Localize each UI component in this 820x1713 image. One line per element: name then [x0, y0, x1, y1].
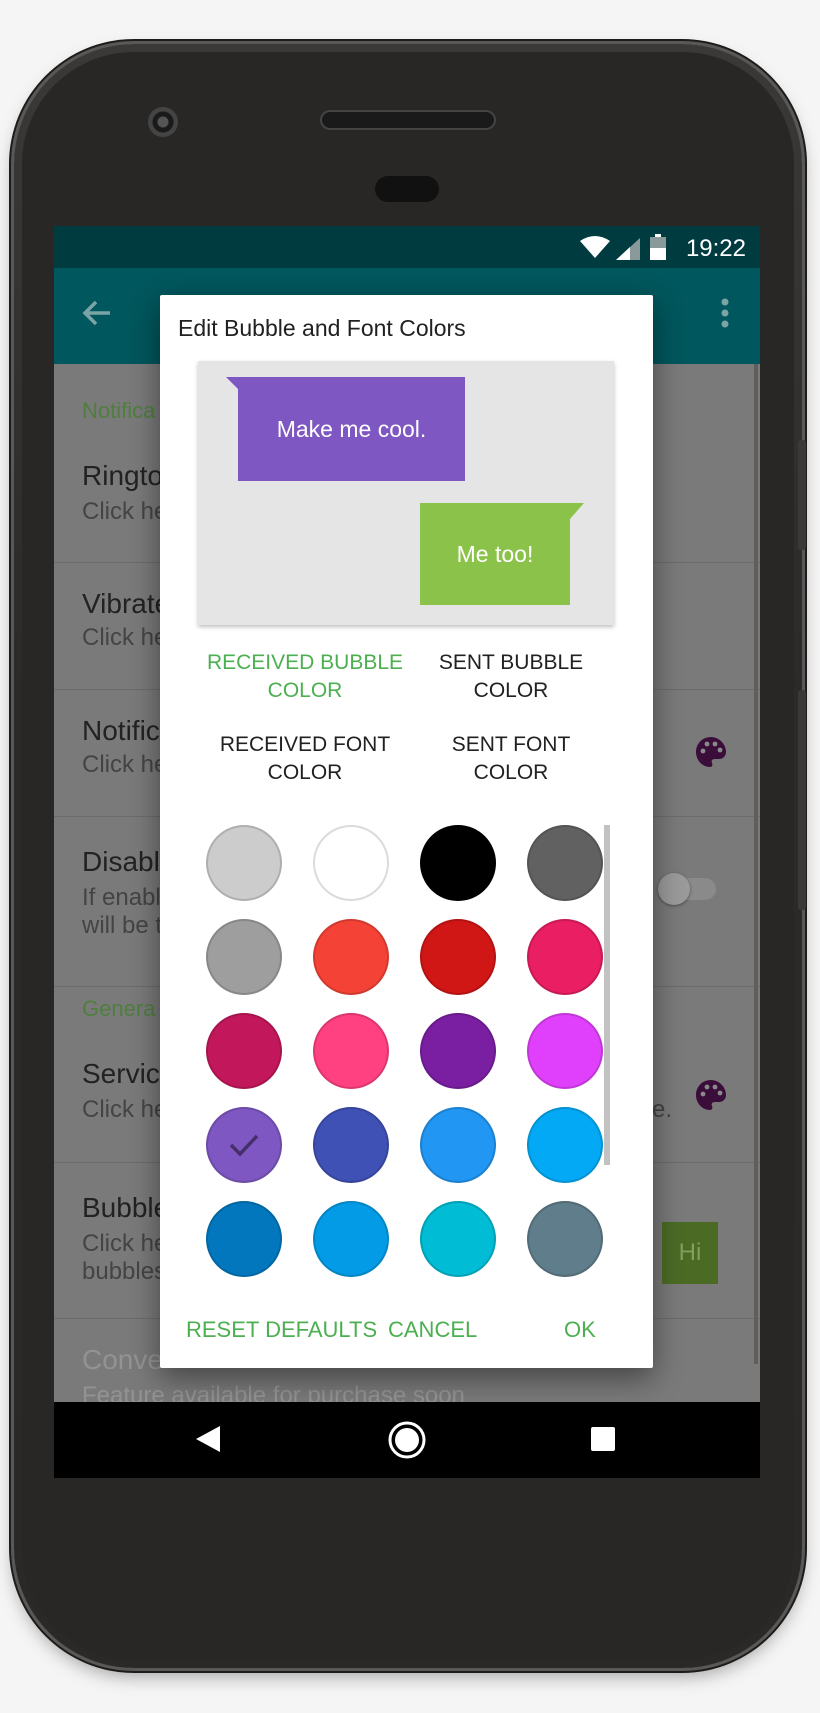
sent-bubble: Me too!: [420, 503, 570, 605]
navigation-bar: [54, 1402, 760, 1478]
option-line1: RECEIVED BUBBLE: [206, 651, 404, 674]
color-swatch[interactable]: [313, 825, 389, 901]
option-received-bubble-color[interactable]: RECEIVED BUBBLE COLOR: [202, 649, 408, 705]
setting-subtitle-line2: bubbles: [82, 1258, 167, 1285]
settings-scrollbar[interactable]: [754, 364, 758, 1364]
reset-defaults-button[interactable]: RESET DEFAULTS: [186, 1317, 377, 1343]
setting-subtitle-fragment: e.: [652, 1096, 673, 1123]
option-line1: SENT FONT: [451, 733, 571, 756]
earpiece-speaker: [320, 110, 496, 130]
color-swatch[interactable]: [206, 1107, 282, 1183]
option-line2: COLOR: [267, 679, 343, 702]
nav-recents-icon[interactable]: [590, 1426, 616, 1452]
setting-subtitle: Click he: [82, 498, 168, 525]
status-time: 19:22: [685, 235, 746, 262]
power-button: [798, 440, 806, 550]
color-swatch[interactable]: [420, 825, 496, 901]
palette-icon: [696, 737, 726, 767]
color-swatch[interactable]: [420, 919, 496, 995]
option-line2: COLOR: [473, 761, 549, 784]
ok-button[interactable]: OK: [564, 1317, 596, 1343]
bubble-preview: Make me cool. Me too!: [198, 361, 614, 625]
setting-subtitle: Click he: [82, 624, 168, 651]
nav-back-icon[interactable]: [194, 1424, 222, 1454]
option-line1: SENT BUBBLE: [438, 651, 584, 674]
setting-subtitle: Click he: [82, 1096, 168, 1123]
color-swatch[interactable]: [420, 1201, 496, 1277]
wifi-icon: [580, 236, 610, 258]
option-line1: RECEIVED FONT: [219, 733, 391, 756]
signal-icon: [616, 238, 640, 260]
bubble-preview-hi: Hi: [662, 1222, 718, 1284]
color-swatch[interactable]: [206, 919, 282, 995]
palette-icon: [696, 1080, 726, 1110]
setting-subtitle-line1: Click he: [82, 1230, 168, 1257]
proximity-sensor: [375, 176, 439, 202]
color-swatch[interactable]: [313, 919, 389, 995]
color-swatch[interactable]: [527, 1201, 603, 1277]
section-header-notifications: Notifica: [82, 398, 156, 423]
toggle-knob: [658, 873, 690, 905]
option-sent-font-color[interactable]: SENT FONT COLOR: [408, 731, 614, 787]
cancel-button[interactable]: CANCEL: [388, 1317, 477, 1343]
setting-title: Notific: [82, 715, 160, 746]
battery-icon: [650, 234, 666, 260]
option-sent-bubble-color[interactable]: SENT BUBBLE COLOR: [408, 649, 614, 705]
more-vert-icon[interactable]: [720, 298, 730, 328]
volume-button: [798, 690, 806, 910]
color-swatch[interactable]: [206, 825, 282, 901]
disable-toggle[interactable]: [658, 873, 716, 905]
color-swatch[interactable]: [420, 1107, 496, 1183]
setting-title: Vibrate: [82, 588, 171, 619]
swatch-scrollbar[interactable]: [604, 825, 610, 1165]
front-camera: [148, 107, 178, 137]
color-swatch-grid: [206, 825, 606, 1281]
setting-title: Ringto: [82, 460, 163, 491]
section-header-general: Genera: [82, 996, 156, 1021]
back-arrow-icon[interactable]: [82, 298, 112, 328]
setting-subtitle: Click he: [82, 751, 168, 778]
setting-title: Conve: [82, 1344, 163, 1375]
color-swatch[interactable]: [527, 1013, 603, 1089]
option-line2: COLOR: [473, 679, 549, 702]
color-swatch[interactable]: [313, 1107, 389, 1183]
sent-bubble-tail: [570, 503, 584, 519]
color-swatch[interactable]: [527, 825, 603, 901]
status-bar: 19:22: [54, 226, 760, 268]
color-swatch[interactable]: [206, 1201, 282, 1277]
received-bubble: Make me cool.: [238, 377, 465, 481]
option-line2: COLOR: [267, 761, 343, 784]
option-received-font-color[interactable]: RECEIVED FONT COLOR: [202, 731, 408, 787]
color-swatch[interactable]: [527, 1107, 603, 1183]
nav-home-icon[interactable]: [387, 1420, 427, 1460]
setting-title: Disabl: [82, 846, 160, 877]
setting-title: Bubble: [82, 1192, 170, 1223]
check-icon: [229, 1134, 259, 1157]
color-swatch[interactable]: [206, 1013, 282, 1089]
setting-title: Servic: [82, 1058, 160, 1089]
color-swatch[interactable]: [420, 1013, 496, 1089]
color-swatch[interactable]: [527, 919, 603, 995]
setting-subtitle-line1: If enabl: [82, 884, 161, 911]
color-swatch[interactable]: [313, 1201, 389, 1277]
color-dialog: Edit Bubble and Font Colors Make me cool…: [160, 295, 653, 1368]
setting-subtitle-line2: will be t: [82, 912, 163, 939]
dialog-title: Edit Bubble and Font Colors: [178, 315, 466, 341]
color-swatch[interactable]: [313, 1013, 389, 1089]
